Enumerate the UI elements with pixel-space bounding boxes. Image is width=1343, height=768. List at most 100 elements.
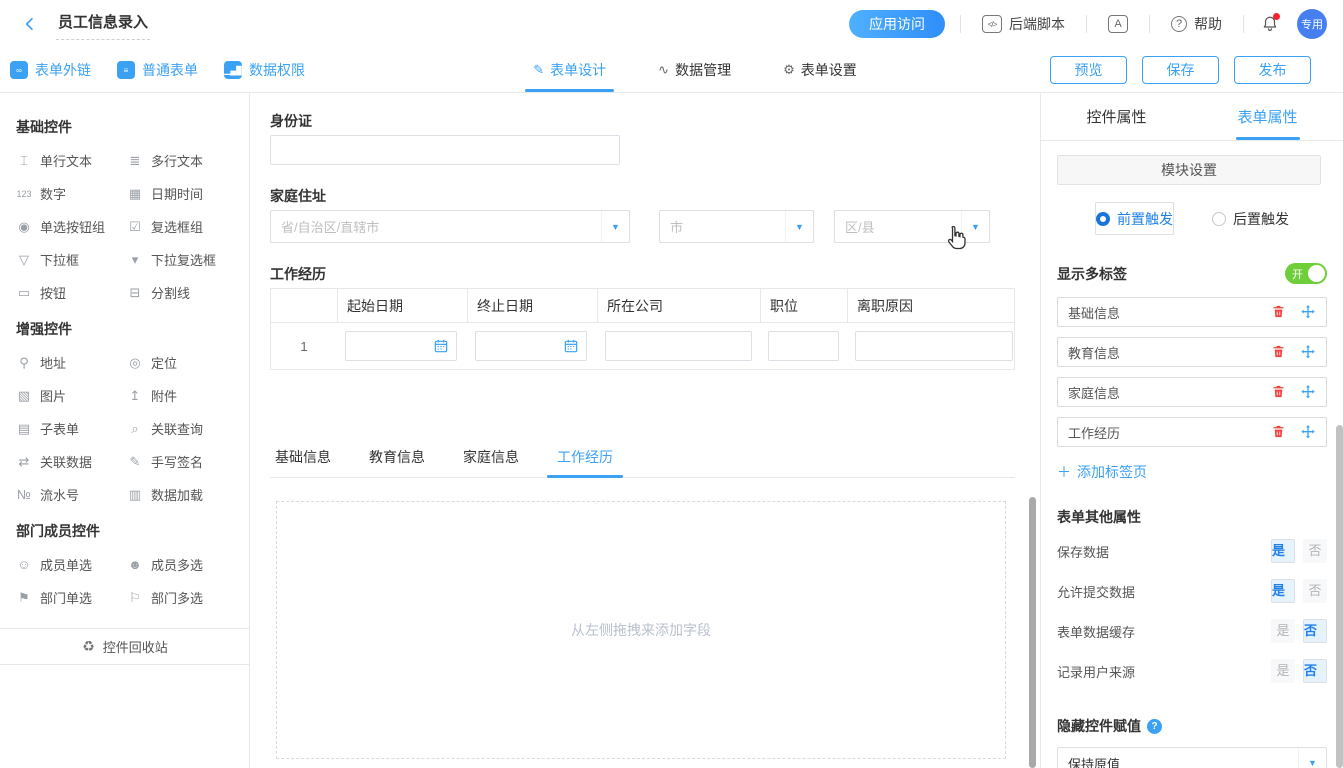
control-recycle-bin[interactable]: ♻ 控件回收站 (0, 628, 250, 665)
no-option[interactable]: 否 (1303, 659, 1327, 683)
control-item-multi-dropdown[interactable]: ▾下拉复选框 (127, 243, 238, 276)
help-button[interactable]: ? 帮助 (1165, 13, 1228, 35)
control-item-linked-data[interactable]: ⇄关联数据 (16, 445, 127, 478)
control-item-data-load[interactable]: ▥数据加载 (127, 478, 238, 511)
control-item-address[interactable]: ⚲地址 (16, 346, 127, 379)
language-icon: A (1108, 15, 1128, 33)
control-item-member-single[interactable]: ☺成员单选 (16, 548, 127, 581)
control-item-serial-number[interactable]: №流水号 (16, 478, 127, 511)
province-select[interactable]: 省/自治区/直辖市▼ (270, 210, 630, 243)
delete-tab-button[interactable] (1271, 424, 1287, 440)
form-section-tabs: 基础信息 教育信息 家庭信息 工作经历 (270, 447, 1015, 478)
delete-tab-button[interactable] (1271, 384, 1287, 400)
tab-page-item[interactable]: 基础信息 (1057, 297, 1327, 327)
toolbar-link-data-permission[interactable]: ▁▄█数据权限 (224, 60, 305, 80)
tab-form-settings[interactable]: ⚙表单设置 (783, 48, 857, 92)
control-item-number[interactable]: 123数字 (16, 177, 127, 210)
language-button[interactable]: A (1102, 14, 1134, 34)
yes-option[interactable]: 是 (1271, 579, 1295, 603)
control-item-label: 成员单选 (40, 555, 92, 574)
chevron-down-icon: ▼ (961, 211, 989, 242)
id-card-input[interactable] (270, 135, 620, 165)
tab-page-item[interactable]: 教育信息 (1057, 337, 1327, 367)
form-prop-row: 允许提交数据是否 (1057, 571, 1327, 611)
control-item-signature[interactable]: ✎手写签名 (127, 445, 238, 478)
move-tab-handle[interactable] (1300, 344, 1316, 360)
control-item-divider[interactable]: ⊟分割线 (127, 276, 238, 309)
control-item-checkbox-group[interactable]: ☑复选框组 (127, 210, 238, 243)
form-tab[interactable]: 基础信息 (275, 447, 331, 477)
control-item-button[interactable]: ▭按钮 (16, 276, 127, 309)
control-item-radio-group[interactable]: ◉单选按钮组 (16, 210, 127, 243)
control-item-single-line-text[interactable]: ⌶单行文本 (16, 144, 127, 177)
canvas-scrollbar[interactable] (1029, 497, 1036, 768)
form-tab[interactable]: 教育信息 (369, 447, 425, 477)
control-item-multi-line-text[interactable]: ≣多行文本 (127, 144, 238, 177)
avatar[interactable]: 专用 (1297, 9, 1327, 39)
drag-dropzone[interactable]: 从左侧拖拽来添加字段 (276, 501, 1006, 759)
toolbar-link-external-link[interactable]: ∞表单外链 (10, 60, 91, 80)
add-tab-page-button[interactable]: ＋ 添加标签页 (1057, 462, 1327, 482)
control-item-linked-query[interactable]: ⌕关联查询 (127, 412, 238, 445)
form-prop-row: 记录用户来源是否 (1057, 651, 1327, 691)
backend-script-button[interactable]: </> 后端脚本 (976, 13, 1071, 35)
module-settings-button[interactable]: 模块设置 (1057, 155, 1321, 185)
company-input[interactable] (605, 331, 752, 361)
position-input[interactable] (768, 331, 839, 361)
preview-button[interactable]: 预览 (1050, 56, 1127, 84)
toolbar-link-plain-form[interactable]: ≡普通表单 (117, 60, 198, 80)
tab-page-item[interactable]: 工作经历 (1057, 417, 1327, 447)
no-option[interactable]: 否 (1303, 619, 1327, 643)
field-work-history[interactable]: 工作经历 起始日期终止日期所在公司职位离职原因 1 (270, 266, 1040, 370)
control-item-attachment[interactable]: ↥附件 (127, 379, 238, 412)
city-select[interactable]: 市▼ (659, 210, 814, 243)
question-icon[interactable]: ? (1147, 719, 1162, 734)
control-item-datetime[interactable]: ▦日期时间 (127, 177, 238, 210)
notification-bell-button[interactable] (1259, 13, 1281, 35)
yes-option[interactable]: 是 (1271, 619, 1295, 643)
start-date-input[interactable] (345, 331, 457, 361)
no-option[interactable]: 否 (1303, 539, 1327, 563)
panel-tab[interactable]: 控件属性 (1041, 93, 1192, 140)
move-tab-handle[interactable] (1300, 384, 1316, 400)
control-item-dropdown[interactable]: ▽下拉框 (16, 243, 127, 276)
control-item-department-single[interactable]: ⚑部门单选 (16, 581, 127, 614)
end-date-input[interactable] (475, 331, 587, 361)
leave-reason-input[interactable] (855, 331, 1013, 361)
tab-form-design[interactable]: ✎表单设计 (533, 48, 606, 92)
control-item-subform[interactable]: ▤子表单 (16, 412, 127, 445)
trigger-radio[interactable]: 前置触发 (1095, 202, 1174, 235)
delete-tab-button[interactable] (1271, 304, 1287, 320)
control-item-member-multi[interactable]: ☻成员多选 (127, 548, 238, 581)
save-button[interactable]: 保存 (1142, 56, 1219, 84)
no-option[interactable]: 否 (1303, 579, 1327, 603)
form-tab[interactable]: 工作经历 (557, 447, 613, 477)
field-id-card[interactable]: 身份证 (270, 113, 1040, 165)
form-tab[interactable]: 家庭信息 (463, 447, 519, 477)
trigger-radio[interactable]: 后置触发 (1212, 202, 1289, 235)
external-link-icon: ∞ (10, 61, 28, 79)
toolbar-link-label: 数据权限 (249, 60, 305, 80)
multi-tab-toggle[interactable]: 开 (1285, 263, 1327, 284)
hidden-assign-select[interactable]: 保持原值 ▼ (1057, 747, 1327, 768)
back-button[interactable] (20, 14, 40, 34)
page-title[interactable]: 员工信息录入 (56, 9, 150, 40)
publish-button[interactable]: 发布 (1234, 56, 1311, 84)
district-select[interactable]: 区/县▼ (834, 210, 990, 243)
panel-tab[interactable]: 表单属性 (1192, 93, 1343, 140)
field-home-address[interactable]: 家庭住址 省/自治区/直辖市▼市▼区/县▼ (270, 188, 1040, 243)
yes-option[interactable]: 是 (1271, 659, 1295, 683)
yes-option[interactable]: 是 (1271, 539, 1295, 563)
control-item-image[interactable]: ▧图片 (16, 379, 127, 412)
panel-scrollbar[interactable] (1336, 425, 1343, 768)
delete-tab-button[interactable] (1271, 344, 1287, 360)
control-item-department-multi[interactable]: ⚐部门多选 (127, 581, 238, 614)
tab-data-manage[interactable]: ∿数据管理 (658, 48, 731, 92)
move-tab-handle[interactable] (1300, 304, 1316, 320)
control-item-location[interactable]: ◎定位 (127, 346, 238, 379)
field-label: 工作经历 (270, 266, 1040, 282)
multi-tab-row: 显示多标签 开 (1057, 263, 1327, 284)
move-tab-handle[interactable] (1300, 424, 1316, 440)
app-access-button[interactable]: 应用访问 (849, 10, 945, 38)
tab-page-item[interactable]: 家庭信息 (1057, 377, 1327, 407)
